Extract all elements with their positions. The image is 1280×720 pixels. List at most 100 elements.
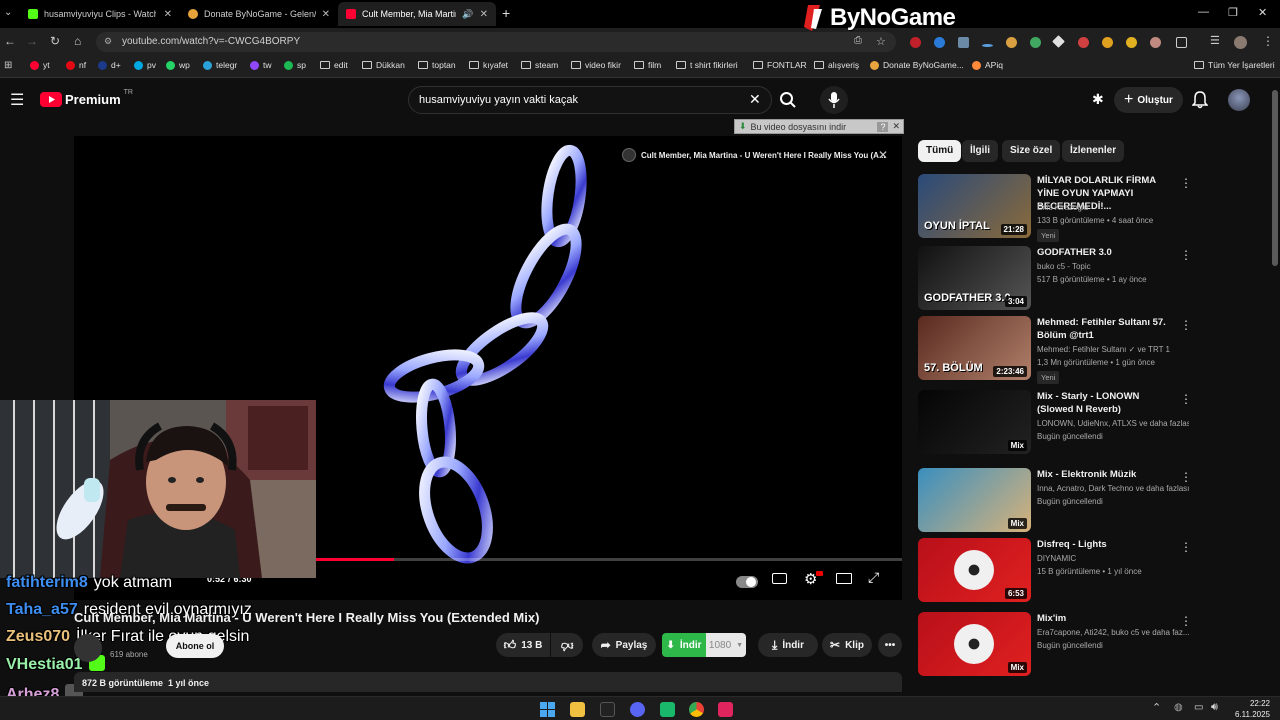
recommendation-card[interactable]: GODFATHER 3.0 3:04 GODFATHER 3.0 buko c5 - … (918, 246, 1198, 310)
discord-icon[interactable] (630, 702, 645, 717)
voice-search-button[interactable] (820, 86, 848, 114)
video-thumbnail[interactable]: Mix (918, 390, 1031, 454)
minimize-icon[interactable]: — (1198, 6, 1209, 18)
bookmark-item[interactable]: pv (134, 60, 156, 70)
dislike-button[interactable]: 👍︎ (551, 633, 583, 657)
recommendation-card[interactable]: 57. BÖLÜM 2:23:46 Mehmed: Fetihler Sultanı… (918, 316, 1198, 384)
video-thumbnail[interactable]: Mix (918, 468, 1031, 532)
filter-chip[interactable]: Size özel (1002, 140, 1061, 162)
bookmark-item[interactable]: sp (284, 60, 306, 70)
bookmark-item[interactable]: kıyafet (469, 60, 508, 70)
extension-icon[interactable] (1030, 37, 1041, 48)
bookmark-all[interactable]: Tüm Yer İşaretleri (1194, 60, 1275, 70)
fullscreen-icon[interactable]: ⤢ (868, 569, 879, 586)
recommendation-card[interactable]: Mix Mix'im Era7capone, Ati242, buko c5 ve … (918, 612, 1198, 676)
recommendation-title[interactable]: Mix - Elektronik Müzik (1037, 468, 1177, 481)
volume-icon[interactable]: 🔊︎ (1211, 701, 1218, 714)
page-scrollbar[interactable] (1272, 90, 1278, 266)
download-button[interactable]: ⤓ İndir (758, 633, 818, 657)
close-icon[interactable]: ✕ (322, 9, 330, 20)
recommendation-title[interactable]: Mix - Starly - LONOWN (Slowed N Reverb) (1037, 390, 1177, 416)
install-app-icon[interactable]: ⎙ (854, 35, 862, 46)
bookmark-item[interactable]: t shirt fikirleri (676, 60, 738, 70)
bookmark-item[interactable]: video fikir (571, 60, 621, 70)
bookmark-item[interactable]: telegr (203, 60, 237, 70)
url-field[interactable]: ⚙ youtube.com/watch?v=-CWCG4BORPY ⎙ ☆ (96, 32, 896, 52)
tab-search-chevron-icon[interactable]: ⌄ (4, 7, 12, 18)
bookmark-item[interactable]: d+ (98, 60, 121, 70)
more-options-icon[interactable]: ⋮ (1180, 470, 1192, 484)
video-thumbnail[interactable]: OYUN İPTAL 21:28 (918, 174, 1031, 238)
filter-chip[interactable]: İlgili (962, 140, 998, 162)
terminal-icon[interactable] (600, 702, 615, 717)
video-thumbnail[interactable]: Mix (918, 612, 1031, 676)
clock[interactable]: 22:22 6.11.2025 (1228, 698, 1270, 720)
help-icon[interactable]: ? (877, 121, 889, 132)
kick-app-icon[interactable] (660, 702, 675, 717)
close-icon[interactable]: ✕ (480, 9, 488, 20)
video-thumbnail[interactable]: GODFATHER 3.0 3:04 (918, 246, 1031, 310)
subscribe-button[interactable]: Abone ol (166, 634, 224, 658)
video-thumbnail[interactable]: 6:53 (918, 538, 1031, 602)
bookmark-item[interactable]: Donate ByNoGame... (870, 60, 964, 70)
filter-chip[interactable]: İzlenenler (1062, 140, 1125, 162)
speaker-icon[interactable]: 🔊 (462, 9, 473, 20)
video-thumbnail[interactable]: 57. BÖLÜM 2:23:46 (918, 316, 1031, 380)
bookmark-item[interactable]: tw (250, 60, 272, 70)
close-window-icon[interactable]: ✕ (1258, 6, 1267, 19)
recommendation-title[interactable]: Disfreq - Lights (1037, 538, 1177, 551)
quality-select[interactable]: 1080 ▼ (706, 633, 746, 657)
extension-icon[interactable] (1078, 37, 1089, 48)
adblock-icon[interactable] (910, 37, 921, 48)
recommendation-card[interactable]: Mix Mix - Elektronik Müzik Inna, Acnatro, … (918, 468, 1198, 532)
site-info-icon[interactable]: ⚙ (104, 36, 112, 47)
account-avatar[interactable] (1228, 89, 1250, 111)
bookmark-item[interactable]: alışveriş (814, 60, 859, 70)
recommendation-title[interactable]: Mehmed: Fetihler Sultanı 57. Bölüm @trt1 (1037, 316, 1177, 342)
filter-chip[interactable]: Tümü (918, 140, 962, 162)
bookmark-item[interactable]: APiq (972, 60, 1003, 70)
external-download-button[interactable]: ⬇ İndir (662, 633, 706, 657)
restore-icon[interactable]: ❐ (1228, 6, 1238, 19)
bookmark-item[interactable]: Dükkan (362, 60, 405, 70)
tray-icon[interactable]: ◍ (1174, 702, 1183, 713)
bookmark-item[interactable]: FONTLAR (753, 60, 807, 70)
tab-kick-clips[interactable]: husamviyuviyu Clips - Watch Li ✕ (20, 2, 180, 26)
create-button[interactable]: + Oluştur (1114, 87, 1183, 113)
bookmark-item[interactable]: steam (521, 60, 558, 70)
extension-icon[interactable] (1126, 37, 1137, 48)
bookmark-star-icon[interactable]: ☆ (876, 35, 886, 48)
clip-button[interactable]: ✂ Klip (822, 633, 872, 657)
more-options-icon[interactable]: ⋮ (1180, 318, 1192, 332)
download-video-banner[interactable]: ⬇ Bu video dosyasını indir ? ✕ (734, 119, 904, 134)
theater-mode-icon[interactable] (836, 573, 852, 584)
search-input[interactable]: husamviyuviyu yayın vakti kaçak ✕ (408, 86, 772, 114)
close-banner-icon[interactable]: ✕ (892, 121, 903, 132)
player-overlay-title[interactable]: Cult Member, Mia Martina - U Weren't Her… (622, 148, 886, 162)
close-overlay-icon[interactable]: ✕ (878, 148, 888, 162)
close-icon[interactable]: ✕ (164, 9, 172, 20)
extension-icon[interactable] (982, 44, 993, 47)
extension-icon[interactable] (1150, 37, 1161, 48)
bookmark-item[interactable]: edit (320, 60, 348, 70)
recommendation-card[interactable]: 6:53 Disfreq - Lights DIYNAMIC 15 B görüntü… (918, 538, 1198, 602)
bookmark-item[interactable]: film (634, 60, 661, 70)
like-button[interactable]: 👍︎ 13 B (496, 633, 550, 657)
display-icon[interactable]: ▭ (1194, 702, 1203, 713)
back-icon[interactable]: ← (4, 34, 16, 48)
tab-youtube-current[interactable]: Cult Member, Mia Martina 🔊 ✕ (338, 2, 496, 26)
recommendation-channel[interactable]: DIYNAMIC (1037, 554, 1189, 563)
chrome-icon[interactable] (689, 702, 704, 717)
recommendation-channel[interactable]: Era7capone, Ati242, buko c5 ve daha faz.… (1037, 628, 1189, 637)
recommendation-channel[interactable]: buko c5 - Topic (1037, 262, 1189, 271)
recommendation-channel[interactable]: LONOWN, UdieNnx, ATLXS ve daha fazlası (1037, 419, 1189, 428)
recommendation-title[interactable]: Mix'im (1037, 612, 1177, 625)
new-tab-button[interactable]: + (502, 5, 510, 21)
share-button[interactable]: ➦ Paylaş (592, 633, 656, 657)
recommendation-channel[interactable]: Mehmed: Fetihler Sultanı ✓ ve TRT 1 (1037, 345, 1189, 354)
notifications-bell-icon[interactable] (1192, 91, 1208, 109)
recommendation-channel[interactable]: Enis Kirazoglu (1037, 203, 1189, 212)
reading-list-icon[interactable]: ☰ (1210, 34, 1220, 47)
extension-icon[interactable] (934, 37, 945, 48)
description-box[interactable]: 872 B görüntüleme 1 yıl önce (74, 672, 902, 692)
